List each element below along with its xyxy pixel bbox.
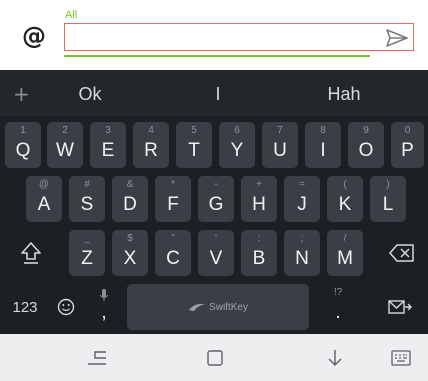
filter-label: All <box>65 9 78 21</box>
input-underline <box>64 55 370 57</box>
suggestion-bar: + Ok I Hah <box>0 70 428 116</box>
emoji-key[interactable] <box>50 284 82 330</box>
nav-recent-icon <box>207 350 223 366</box>
nav-keyboard-switch-button[interactable] <box>388 346 414 370</box>
nav-back-icon <box>88 351 106 365</box>
key-i[interactable]: 8I <box>305 122 341 168</box>
screen: @ All + Ok I Hah 1Q 2W 3E 4R 5T 6Y 7U 8 … <box>0 0 428 381</box>
nav-back-button[interactable] <box>84 346 110 370</box>
shift-icon <box>21 242 41 264</box>
send-message-icon <box>388 300 412 314</box>
nav-keyboard-switch-icon <box>391 350 411 366</box>
key-w[interactable]: 2W <box>47 122 83 168</box>
key-n[interactable]: ; N <box>284 230 320 276</box>
key-k[interactable]: (K <box>327 176 363 222</box>
send-button[interactable] <box>385 27 409 49</box>
key-s[interactable]: # S <box>69 176 105 222</box>
comma-key[interactable]: , <box>88 284 120 330</box>
key-z[interactable]: _ Z <box>69 230 105 276</box>
key-r[interactable]: 4R <box>133 122 169 168</box>
key-u[interactable]: 7U <box>262 122 298 168</box>
key-v[interactable]: ' V <box>198 230 234 276</box>
key-t[interactable]: 5T <box>176 122 212 168</box>
suggestion-left[interactable]: Ok <box>60 84 120 105</box>
message-input[interactable] <box>69 27 379 47</box>
mic-icon <box>99 289 109 301</box>
navigation-bar <box>0 334 428 381</box>
key-f[interactable]: * F <box>155 176 191 222</box>
message-box[interactable] <box>64 23 414 51</box>
key-p[interactable]: 0P <box>391 122 424 168</box>
key-e[interactable]: 3E <box>90 122 126 168</box>
compose-area: @ All <box>0 0 428 70</box>
numbers-key[interactable]: 123 <box>5 284 45 330</box>
period-hint: !? <box>333 287 343 298</box>
period-label: . <box>335 302 341 323</box>
backspace-key[interactable] <box>381 230 423 276</box>
key-l[interactable]: ) L <box>370 176 406 222</box>
key-y[interactable]: 6Y <box>219 122 255 168</box>
suggestion-right[interactable]: Hah <box>312 84 376 105</box>
backspace-icon <box>389 244 414 262</box>
enter-key[interactable] <box>378 284 422 330</box>
shift-key[interactable] <box>5 230 57 276</box>
key-j[interactable]: = J <box>284 176 320 222</box>
nav-recent-button[interactable] <box>202 346 228 370</box>
key-m[interactable]: / M <box>327 230 363 276</box>
at-icon[interactable]: @ <box>22 22 46 50</box>
send-icon <box>386 29 408 47</box>
key-q[interactable]: 1Q <box>5 122 41 168</box>
period-key[interactable]: !? . <box>318 284 358 330</box>
key-o[interactable]: 9O <box>348 122 384 168</box>
key-d[interactable]: & D <box>112 176 148 222</box>
suggestion-center[interactable]: I <box>188 84 248 105</box>
key-b[interactable]: :B <box>241 230 277 276</box>
swiftkey-logo-icon <box>189 303 206 311</box>
keyboard: + Ok I Hah 1Q 2W 3E 4R 5T 6Y 7U 8I 9O 0P… <box>0 70 428 334</box>
add-toolbar-button[interactable]: + <box>13 82 30 106</box>
emoji-icon <box>57 298 75 316</box>
space-brand-label: SwiftKey <box>209 301 248 313</box>
comma-label: , <box>101 302 107 323</box>
key-g[interactable]: -G <box>198 176 234 222</box>
key-x[interactable]: $ X <box>112 230 148 276</box>
key-c[interactable]: " C <box>155 230 191 276</box>
key-h[interactable]: + H <box>241 176 277 222</box>
nav-hide-keyboard-button[interactable] <box>322 346 348 370</box>
space-key[interactable]: SwiftKey <box>127 284 309 330</box>
key-a[interactable]: @ A <box>26 176 62 222</box>
nav-hide-keyboard-icon <box>328 350 342 366</box>
